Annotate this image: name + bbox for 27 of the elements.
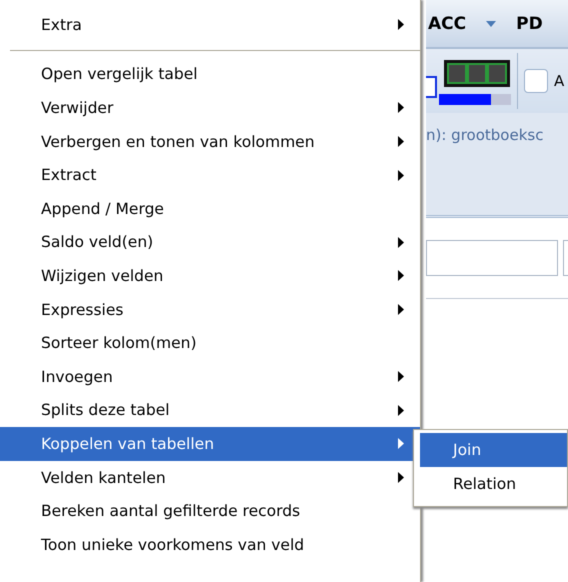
menu-item[interactable]: Sorteer kolom(men) [0, 326, 420, 360]
checkbox-label: A [554, 72, 564, 90]
toolbar-label[interactable]: ACC [428, 14, 466, 34]
input-field[interactable] [426, 240, 558, 276]
menu-item[interactable]: Join [420, 433, 567, 467]
menu-item[interactable]: Verwijder [0, 91, 420, 125]
menu-item[interactable]: Relation [420, 467, 567, 501]
menu-item[interactable]: Open vergelijk tabel [0, 58, 420, 92]
menu-item[interactable]: Extract [0, 158, 420, 192]
menu-item[interactable]: Extra [0, 8, 420, 42]
menu-item[interactable]: Verbergen en tonen van kolommen [0, 124, 420, 158]
menu-item[interactable]: Wijzigen velden [0, 259, 420, 293]
info-text: n): grootboeksc [426, 113, 568, 157]
menu-item[interactable]: Invoegen [0, 360, 420, 394]
menu-item[interactable]: Bereken aantal gefilterde records [0, 494, 420, 528]
menu-item[interactable]: Splits deze tabel [0, 394, 420, 428]
menu-item[interactable]: Velden kantelen [0, 460, 420, 494]
memory-chip-icon[interactable] [443, 58, 511, 88]
menu-item[interactable]: Append / Merge [0, 192, 420, 226]
checkbox[interactable] [524, 69, 548, 93]
toolbar-label[interactable]: PD [516, 14, 543, 34]
menu-item[interactable]: Koppelen van tabellen [0, 427, 420, 461]
menu-item[interactable]: Expressies [0, 292, 420, 326]
menu-item[interactable]: Saldo veld(en) [0, 226, 420, 260]
frame-icon [426, 76, 437, 98]
dropdown-arrow-icon[interactable] [486, 20, 496, 26]
menu-item[interactable]: Toon unieke voorkomens van veld [0, 528, 420, 562]
